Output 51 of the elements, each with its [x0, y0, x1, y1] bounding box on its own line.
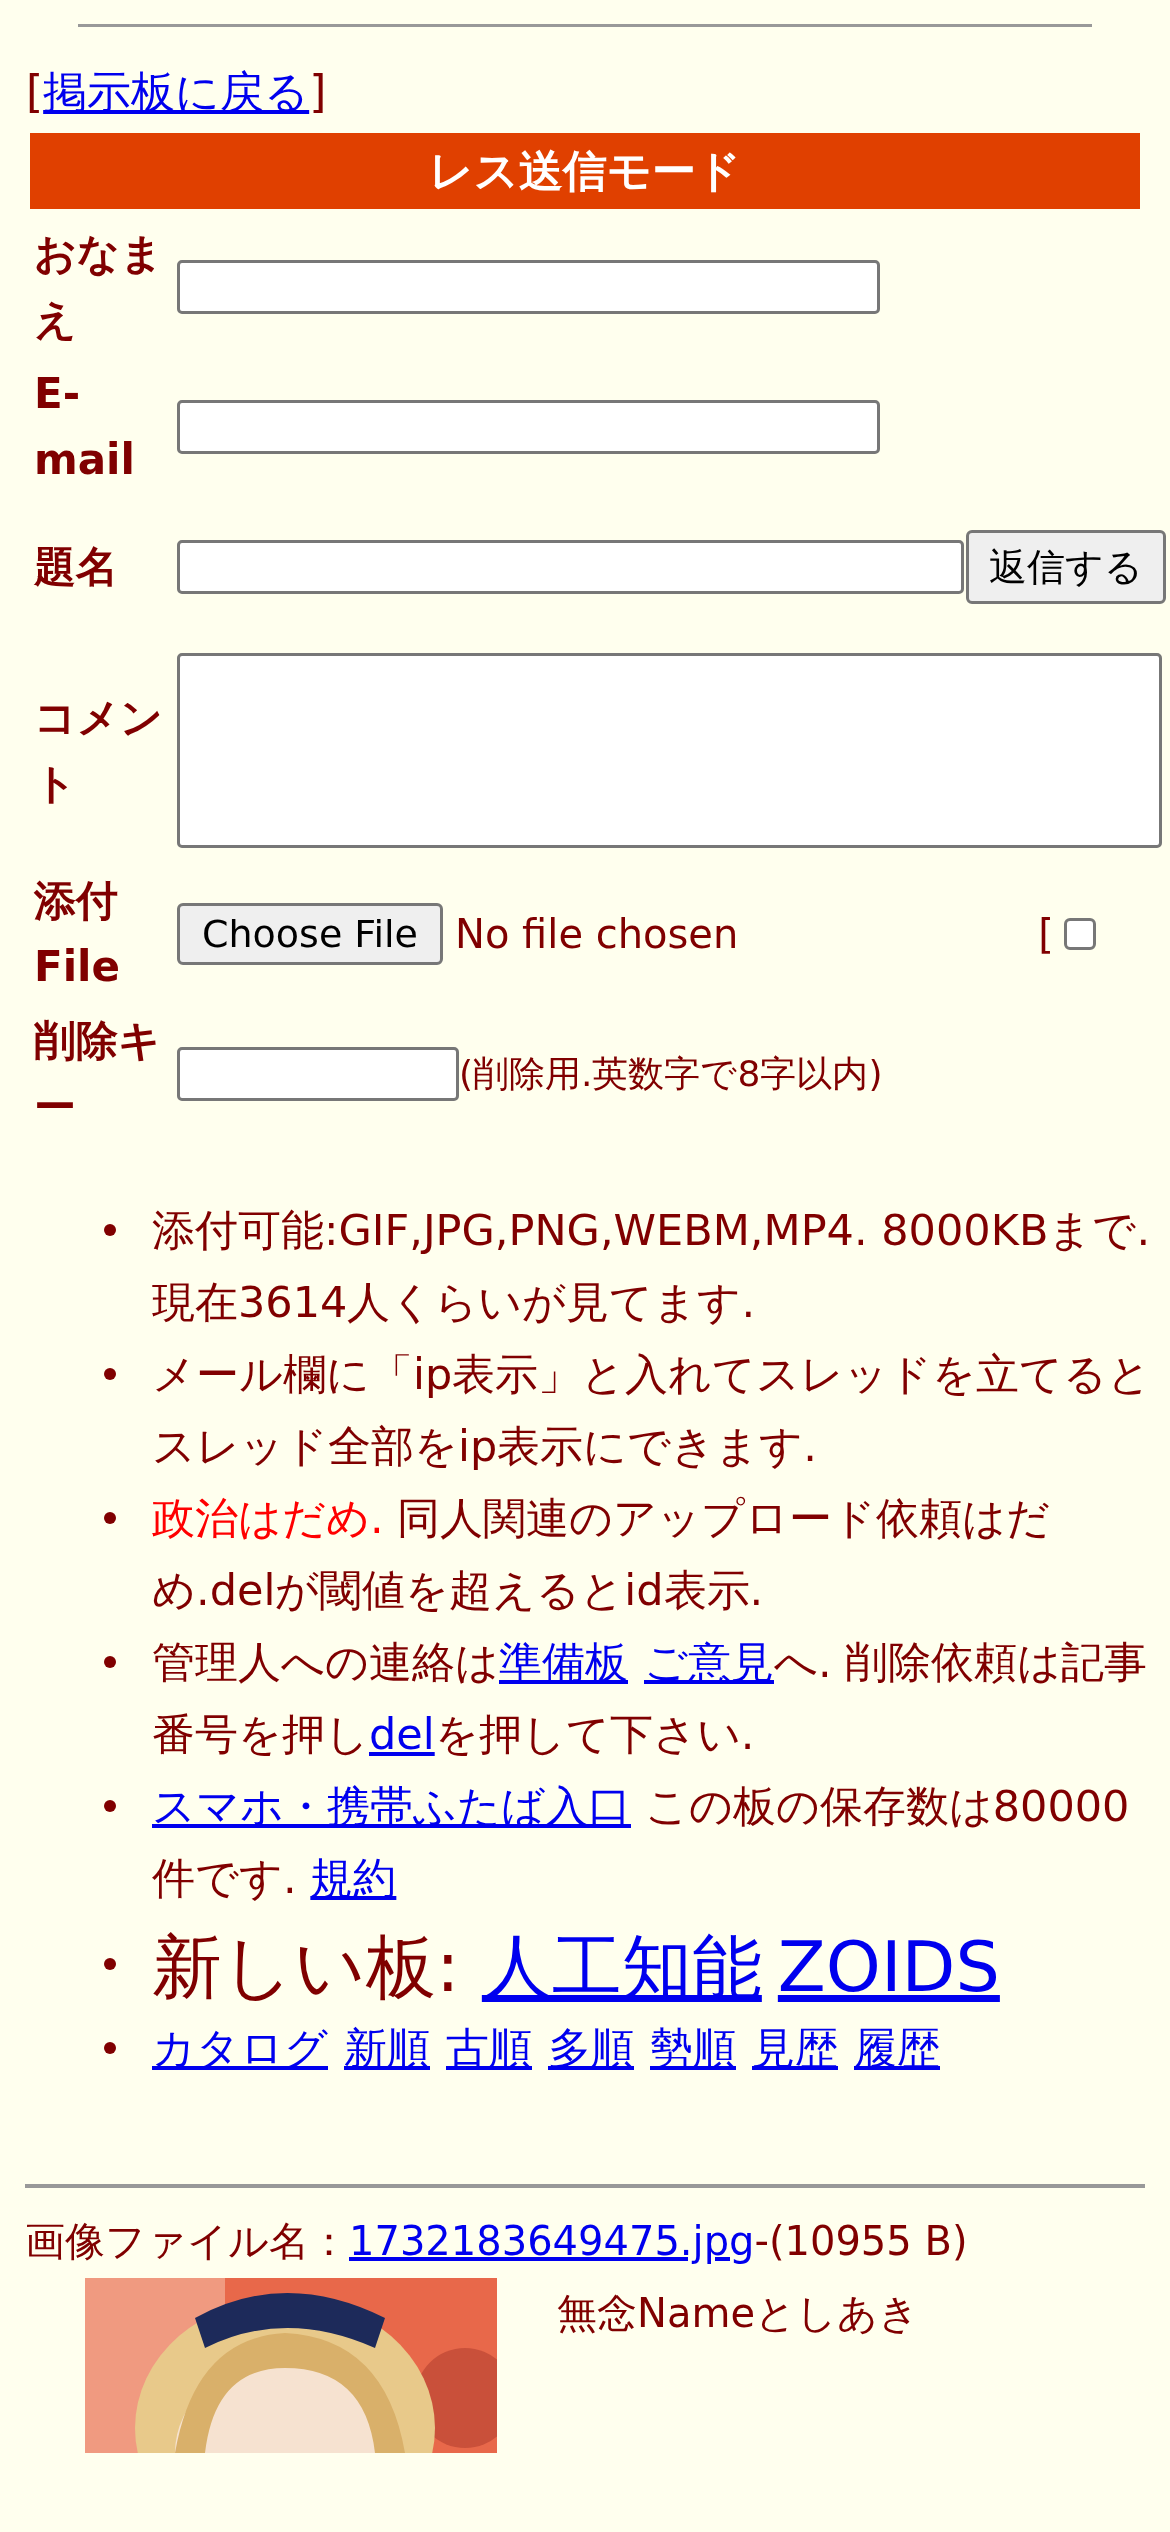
field-label: 題名 [34, 542, 118, 591]
file-info: 画像ファイル名：1732183649475.jpg-(10955 B) [25, 2217, 969, 2266]
nav-link[interactable]: 多順 [548, 2012, 634, 2084]
link[interactable]: del [369, 1709, 435, 1759]
nav-link[interactable]: カタログ [152, 2012, 328, 2084]
input-field[interactable] [177, 540, 964, 594]
field-label: E-mail [34, 369, 135, 484]
nav-link[interactable]: 履歴 [854, 2012, 940, 2084]
input-field[interactable] [177, 1047, 459, 1101]
bullet-icon [104, 1958, 116, 1970]
field-label: 添付File [34, 876, 120, 991]
notice-text: 政治はだめ. 同人関連のアップロード依頼はだめ.delが閾値を超えるとid表示. [152, 1492, 1052, 1617]
field-label: 削除キー [34, 1016, 161, 1131]
bracket: [ [26, 66, 44, 117]
nav-link[interactable]: 勢順 [650, 2012, 736, 2084]
notice-text: 添付可能:GIF,JPG,PNG,WEBM,MP4. 8000KBまで. 現在3614人くらいが見てます. [152, 1204, 1152, 1329]
notice-text: スマホ・携帯ふたば入口 この板の保存数は80000件です. 規約 [152, 1780, 1131, 1905]
bracket: [ [1038, 911, 1054, 957]
checkbox[interactable] [1063, 918, 1096, 950]
nav-link[interactable]: 見歴 [752, 2012, 838, 2084]
nav-link[interactable]: 古順 [446, 2012, 532, 2084]
link[interactable]: スマホ・携帯ふたば入口 [152, 1781, 631, 1831]
input-field[interactable] [177, 400, 880, 454]
bullet-icon [104, 1800, 116, 1812]
link[interactable]: 人工知能 [481, 1926, 762, 2008]
reply-button[interactable]: 返信する [966, 530, 1166, 604]
input-field[interactable] [177, 260, 880, 314]
notice-text: 新しい板: 人工知能 ZOIDS [152, 1925, 1000, 2010]
bullet-icon [104, 1224, 116, 1236]
notice-text: メール欄に「ip表示」と入れてスレッドを立てるとスレッド全部をip表示にできます. [152, 1348, 1153, 1473]
field-label: コメント [34, 692, 163, 808]
file-link[interactable]: 1732183649475.jpg [349, 2218, 755, 2264]
link[interactable]: ご意見 [644, 1637, 774, 1687]
link[interactable]: 準備板 [499, 1637, 628, 1687]
link[interactable]: 規約 [310, 1853, 397, 1903]
field-label: おなまえ [34, 229, 163, 344]
file-status: No file chosen [454, 911, 739, 957]
bullet-icon [104, 1368, 116, 1380]
nav-link[interactable]: 新順 [344, 2012, 430, 2084]
link[interactable]: ZOIDS [777, 1926, 1000, 2008]
comment-field[interactable] [177, 653, 1162, 848]
bracket: ] [309, 66, 327, 117]
hint-text: (削除用.英数字で8字以内) [459, 1052, 883, 1094]
choose-file-button[interactable]: Choose File [177, 903, 443, 965]
notice-text: 管理人への連絡は準備板 ご意見へ. 削除依頼は記事番号を押し del を押して下さい. [152, 1636, 1149, 1761]
bullet-icon [104, 1512, 116, 1524]
bullet-icon [104, 2042, 116, 2054]
bullet-icon [104, 1656, 116, 1668]
form-title-bar: レス送信モード [30, 133, 1140, 209]
poster-name: 無念Nameとしあき [557, 2289, 919, 2338]
back-link[interactable]: 掲示板に戻る [43, 66, 310, 117]
